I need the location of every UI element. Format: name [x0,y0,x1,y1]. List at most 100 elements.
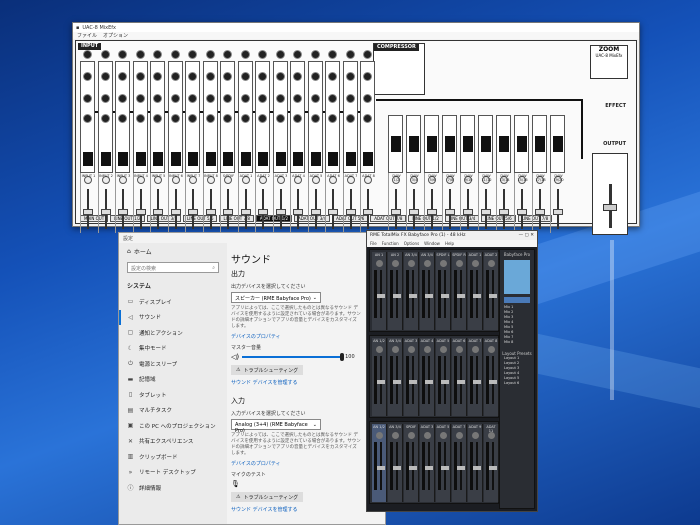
channel-fader[interactable] [473,294,481,298]
gain-knob[interactable] [488,260,495,267]
nav-item-power[interactable]: ⏻ 電源とスリープ [119,356,227,372]
channel-fader[interactable] [310,209,321,215]
mixer-channel[interactable]: ADAT 5 [436,424,451,502]
channel-fader[interactable] [393,380,401,384]
gain-knob[interactable] [456,432,463,439]
mixer-channel[interactable]: ADAT 11 [484,424,499,502]
mix-selector[interactable] [504,297,530,303]
output-manage-link[interactable]: サウンド デバイスを管理する [231,379,381,386]
gain-knob[interactable] [424,432,431,439]
input-troubleshoot-button[interactable]: ⚠ トラブルシューティング [231,492,304,502]
gain-knob[interactable] [345,94,355,103]
gain-knob[interactable] [424,346,431,353]
gain-knob[interactable] [258,50,267,59]
mixer-channel[interactable]: AN 1/2 [372,424,387,502]
gain-knob[interactable] [293,50,302,59]
gain-knob[interactable] [118,94,127,103]
channel-fader[interactable] [393,294,401,298]
gain-knob[interactable] [153,50,162,59]
channel-fader[interactable] [441,466,449,470]
slider-thumb[interactable] [340,353,345,361]
gain-knob[interactable] [170,72,180,81]
gain-knob[interactable] [488,346,495,353]
channel-fader[interactable] [473,466,481,470]
mixer-channel[interactable]: ADAT 2 [484,252,499,330]
gain-knob[interactable] [240,94,250,103]
channel-fader[interactable] [377,466,385,470]
gain-knob[interactable] [408,346,415,353]
menu-options[interactable]: オプション [103,32,128,39]
channel-fader[interactable] [553,209,563,215]
gain-knob[interactable] [363,72,372,81]
channel-fader[interactable] [427,209,437,215]
mixer-channel[interactable]: AN 3/4 [404,252,419,330]
gain-knob[interactable] [440,346,447,353]
gain-knob[interactable] [472,260,479,267]
channel-fader[interactable] [463,209,473,215]
channel-fader[interactable] [457,466,465,470]
gain-knob[interactable] [100,50,110,59]
channel-fader[interactable] [275,209,286,215]
gain-knob[interactable] [83,94,92,103]
nav-item-tablet[interactable]: ▯ タブレット [119,387,227,403]
gain-knob[interactable] [376,346,383,353]
input-device-select[interactable]: Analog (3+4) (RME Babyface Pro) ⌄ [231,419,321,434]
mixer-channel[interactable]: ADAT 1 [468,252,483,330]
nav-item-remote-desktop[interactable]: » リモート デスクトップ [119,465,227,481]
gain-knob[interactable] [275,72,285,81]
nav-home[interactable]: ⌂ ホーム [119,243,227,260]
gain-knob[interactable] [223,50,232,59]
channel-fader[interactable] [409,294,417,298]
gain-knob[interactable] [408,260,415,267]
gain-knob[interactable] [310,114,320,123]
gain-knob[interactable] [223,94,232,103]
gain-knob[interactable] [205,72,215,81]
channel-fader[interactable] [293,209,303,215]
nav-item-focus[interactable]: ☾ 集中モード [119,341,227,357]
gain-knob[interactable] [328,114,337,123]
gain-knob[interactable] [345,72,355,81]
master-volume-slider[interactable] [242,353,345,361]
gain-knob[interactable] [472,432,479,439]
channel-fader[interactable] [258,209,268,215]
mixer-channel[interactable]: ADAT 7 [468,338,483,416]
nav-item-multitask[interactable]: ▤ マルチタスク [119,403,227,419]
nav-item-storage[interactable]: ▬ 記憶域 [119,372,227,388]
gain-knob[interactable] [188,50,197,59]
channel-fader[interactable] [153,209,163,215]
channel-fader[interactable] [425,294,433,298]
channel-fader[interactable] [170,209,181,215]
gain-knob[interactable] [310,94,320,103]
nav-item-projecting[interactable]: ▣ この PC へのプロジェクション [119,418,227,434]
channel-fader[interactable] [457,380,465,384]
gain-knob[interactable] [170,50,180,59]
channel-fader[interactable] [473,380,481,384]
gain-knob[interactable] [328,94,337,103]
gain-knob[interactable] [153,114,162,123]
channel-fader[interactable] [188,209,198,215]
mixer-channel[interactable]: AN 2 [388,252,403,330]
channel-fader[interactable] [83,209,93,215]
mixer-channel[interactable]: SPDIF L [436,252,451,330]
gain-knob[interactable] [275,94,285,103]
gain-knob[interactable] [135,114,145,123]
gain-knob[interactable] [205,50,215,59]
gain-knob[interactable] [456,346,463,353]
channel-fader[interactable] [240,209,251,215]
gain-knob[interactable] [100,114,110,123]
layout-item[interactable]: Layout 6 [500,381,534,386]
gain-knob[interactable] [118,50,127,59]
gain-knob[interactable] [83,50,92,59]
mixer-channel[interactable]: ADAT 9 [468,424,483,502]
gain-knob[interactable] [188,114,197,123]
channel-fader[interactable] [535,209,545,215]
gain-knob[interactable] [223,114,232,123]
gain-knob[interactable] [83,72,92,81]
nav-item-shared[interactable]: ✕ 共有エクスペリエンス [119,434,227,450]
mixer-channel[interactable]: AN 1/2 [372,338,387,416]
menu-file[interactable]: ファイル [77,32,97,39]
channel-fader[interactable] [409,466,417,470]
gain-knob[interactable] [408,432,415,439]
gain-knob[interactable] [100,94,110,103]
gain-knob[interactable] [456,260,463,267]
